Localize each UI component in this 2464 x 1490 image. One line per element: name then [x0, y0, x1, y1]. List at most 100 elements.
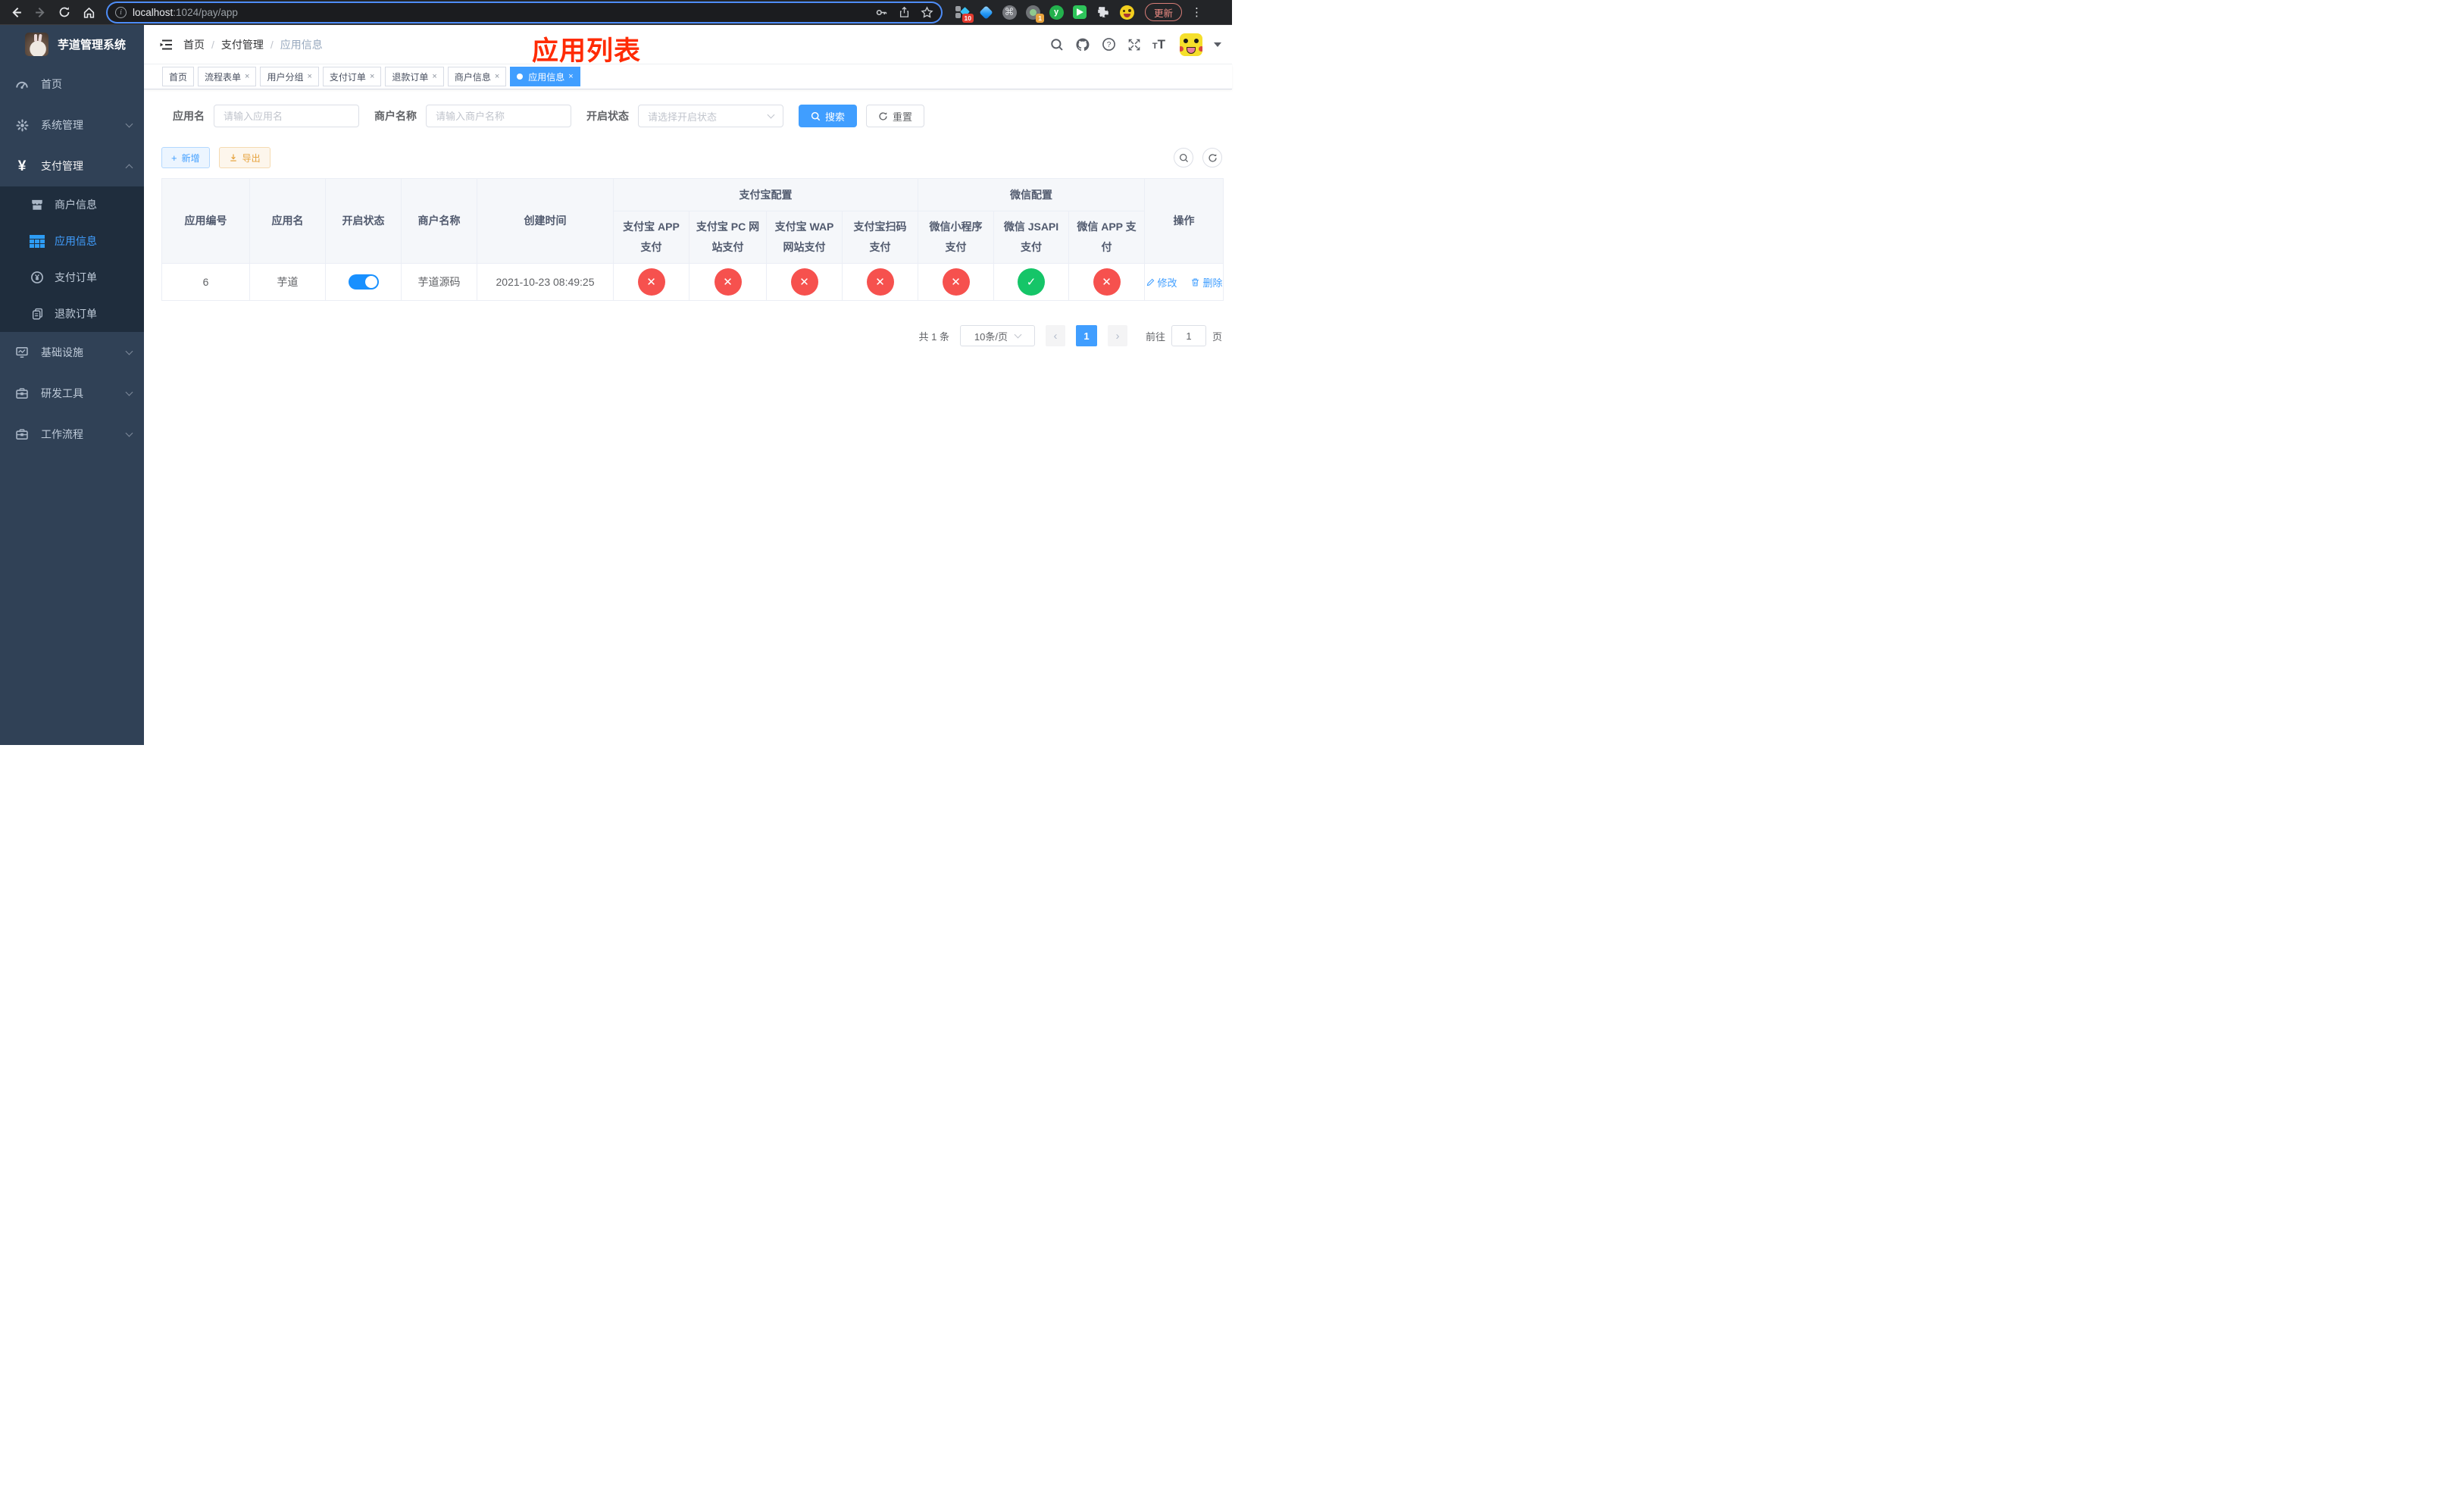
chevron-down-icon [767, 111, 775, 119]
tab-close-icon[interactable]: × [370, 72, 374, 81]
cell-merchant: 芋道源码 [401, 263, 477, 301]
tag-pay-orders[interactable]: 支付订单 × [322, 67, 382, 86]
tag-home[interactable]: 首页 [162, 67, 195, 86]
url-bar[interactable]: i localhost:1024/pay/app [108, 2, 941, 22]
chevron-down-icon [125, 388, 133, 396]
github-icon[interactable] [1075, 37, 1090, 52]
next-page-button[interactable]: › [1107, 325, 1127, 346]
refresh-icon-button[interactable] [1202, 148, 1222, 167]
help-icon[interactable]: ? [1102, 37, 1116, 52]
font-size-icon[interactable]: TT [1152, 37, 1165, 52]
extension-account-icon[interactable]: 1 [1025, 5, 1044, 23]
app-name-input[interactable] [224, 110, 349, 122]
sidebar-item-pay-orders[interactable]: 支付订单 [0, 259, 144, 296]
pagination-total: 共 1 条 [918, 330, 949, 343]
sidebar-item-dev-tools[interactable]: 研发工具 [0, 373, 144, 414]
browser-menu-icon[interactable]: ⋮ [1191, 5, 1202, 19]
extension-chat-icon[interactable] [1072, 5, 1087, 20]
tab-close-icon[interactable]: × [495, 72, 499, 81]
browser-back-icon[interactable] [6, 2, 26, 22]
gear-icon [15, 119, 29, 132]
tag-refund-orders[interactable]: 退款订单 × [385, 67, 444, 86]
pagination: 共 1 条 10条/页 ‹ 1 › 前往 页 [161, 325, 1222, 346]
extension-diamond-icon[interactable] [978, 5, 993, 20]
sidebar-item-payment[interactable]: ¥ 支付管理 [0, 146, 144, 186]
alipay-qr-status-icon: ✕ [866, 268, 894, 296]
show-search-icon-button[interactable] [1174, 148, 1193, 167]
status-select[interactable]: 请选择开启状态 [638, 105, 783, 127]
col-status: 开启状态 [325, 178, 402, 264]
toolbox-icon [15, 387, 29, 400]
reset-button[interactable]: 重置 [866, 105, 925, 127]
sidebar-item-workflow[interactable]: 工作流程 [0, 414, 144, 455]
extension-badge: 10 [962, 13, 974, 23]
avatar-caret-icon[interactable] [1214, 42, 1221, 47]
user-avatar[interactable] [1180, 33, 1202, 56]
bookmark-star-icon[interactable] [921, 5, 933, 19]
app-table: 应用编号 应用名 开启状态 商户名称 创建时间 支付宝配置 微信配置 操作 支付… [161, 178, 1224, 301]
fullscreen-icon[interactable] [1127, 38, 1141, 52]
extension-green-y-icon[interactable]: y [1049, 5, 1064, 20]
monitor-icon [15, 346, 29, 359]
wechat-jsapi-status-icon: ✓ [1018, 268, 1045, 296]
tag-process-form[interactable]: 流程表单 × [198, 67, 257, 86]
tab-close-icon[interactable]: × [432, 72, 436, 81]
app-title: 芋道管理系统 [58, 39, 127, 52]
group-alipay-config: 支付宝配置 [613, 178, 918, 211]
tags-bar: 首页 流程表单 × 用户分组 × 支付订单 × 退款订单 × 商户信息 × 应用信息 × [144, 64, 1232, 89]
sidebar-collapse-icon[interactable] [153, 31, 180, 58]
browser-chrome: i localhost:1024/pay/app 10 ⌘ 1 y 更新 ⋮ [0, 0, 1232, 25]
col-actions: 操作 [1144, 178, 1224, 264]
breadcrumb-section[interactable]: 支付管理 [221, 37, 264, 52]
sidebar-item-app-info[interactable]: 应用信息 [0, 223, 144, 259]
browser-reload-icon[interactable] [55, 2, 74, 22]
browser-home-icon[interactable] [79, 2, 98, 22]
tab-close-icon[interactable]: × [245, 72, 249, 81]
sidebar-item-system[interactable]: 系统管理 [0, 105, 144, 146]
page-number-button[interactable]: 1 [1075, 325, 1097, 346]
status-toggle[interactable] [348, 274, 379, 290]
tab-close-icon[interactable]: × [307, 72, 311, 81]
search-icon[interactable] [1050, 38, 1064, 52]
yen-icon: ¥ [17, 158, 27, 174]
share-icon[interactable] [899, 6, 910, 18]
password-key-icon[interactable] [875, 6, 888, 19]
sidebar-logo[interactable]: 芋道管理系统 [0, 25, 144, 64]
prev-page-button[interactable]: ‹ [1045, 325, 1065, 346]
export-button[interactable]: 导出 [218, 147, 270, 168]
status-label: 开启状态 [586, 110, 629, 122]
alipay-app-status-icon: ✕ [637, 268, 665, 296]
app-name-label: 应用名 [173, 110, 205, 122]
add-button[interactable]: + 新增 [161, 147, 210, 168]
goto-label: 前往 [1145, 330, 1165, 343]
goto-page-input[interactable] [1171, 325, 1206, 346]
emoji-avatar-icon[interactable] [1119, 5, 1134, 20]
sidebar-item-merchant-info[interactable]: 商户信息 [0, 186, 144, 223]
tag-merchant-info[interactable]: 商户信息 × [447, 67, 507, 86]
breadcrumb-home[interactable]: 首页 [183, 37, 205, 52]
page-size-select[interactable]: 10条/页 [959, 325, 1035, 346]
browser-forward-icon[interactable] [30, 2, 50, 22]
tab-close-icon[interactable]: × [568, 72, 573, 81]
browser-update-button[interactable]: 更新 [1145, 3, 1183, 21]
extensions-puzzle-icon[interactable] [1096, 5, 1111, 20]
search-button[interactable]: 搜索 [799, 105, 858, 127]
sidebar-item-home[interactable]: 首页 [0, 64, 144, 105]
logo-image [25, 33, 48, 56]
yen-circle-icon [30, 271, 44, 284]
extension-keyset-icon[interactable]: 10 [955, 5, 974, 23]
url-text[interactable]: localhost:1024/pay/app [133, 7, 869, 18]
edit-link[interactable]: 修改 [1146, 275, 1177, 290]
col-alipay-qr: 支付宝扫码支付 [842, 211, 918, 264]
alipay-wap-status-icon: ✕ [790, 268, 818, 296]
col-alipay-pc: 支付宝 PC 网站支付 [689, 211, 767, 264]
cell-created: 2021-10-23 08:49:25 [477, 263, 614, 301]
sidebar-item-refund-orders[interactable]: 退款订单 [0, 296, 144, 332]
tag-user-group[interactable]: 用户分组 × [260, 67, 319, 86]
tag-app-info[interactable]: 应用信息 × [510, 67, 580, 86]
site-info-icon[interactable]: i [115, 6, 127, 18]
sidebar-item-infrastructure[interactable]: 基础设施 [0, 332, 144, 373]
delete-link[interactable]: 删除 [1190, 275, 1222, 290]
extension-command-icon[interactable]: ⌘ [1002, 5, 1017, 20]
merchant-name-input[interactable] [436, 110, 561, 122]
